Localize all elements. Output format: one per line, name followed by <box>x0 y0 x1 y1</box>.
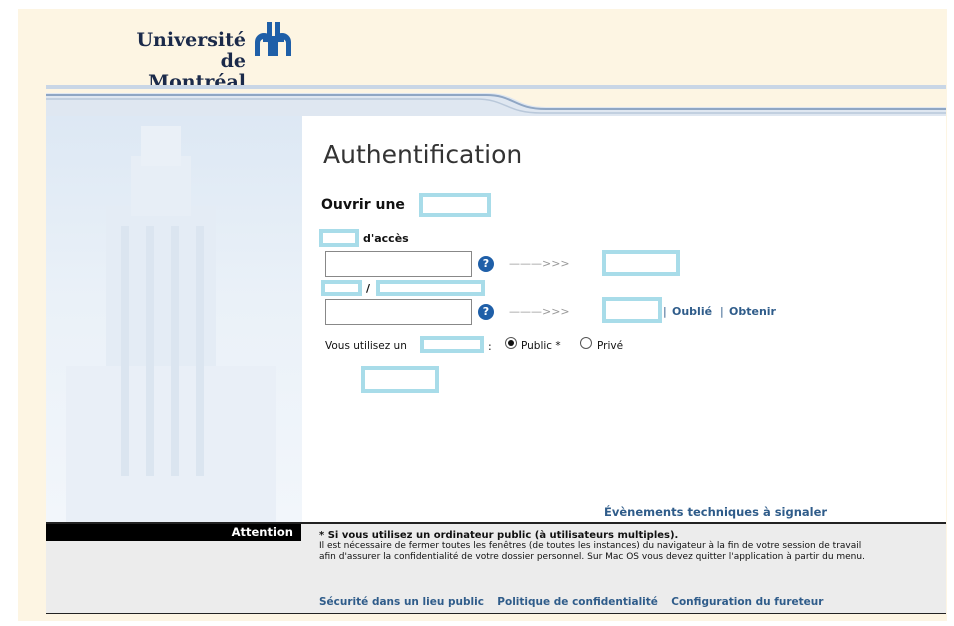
redacted-field <box>602 297 662 323</box>
oublie-link[interactable]: Oublié <box>672 305 712 318</box>
help-icon[interactable]: ? <box>478 256 494 272</box>
logo-mark-icon <box>255 22 291 56</box>
colon-label: : <box>488 340 492 353</box>
logo-line1: Université <box>136 29 246 51</box>
page-title: Authentification <box>323 140 523 169</box>
attention-bar: Attention <box>46 524 301 541</box>
prive-radio[interactable] <box>580 337 592 349</box>
vous-utilisez-label: Vous utilisez un <box>325 340 407 352</box>
logo-text: Université de Montréal <box>136 30 246 93</box>
redacted-field <box>419 193 491 217</box>
attention-text: * Si vous utilisez un ordinateur public … <box>319 530 879 563</box>
acces-label: d'accès <box>363 232 409 245</box>
header-band <box>46 85 946 117</box>
username-input[interactable] <box>325 251 472 277</box>
attention-body: Il est nécessaire de fermer toutes les f… <box>319 541 865 562</box>
prive-label[interactable]: Privé <box>597 340 623 352</box>
slash-label: / <box>366 282 371 295</box>
ouvrir-label: Ouvrir une <box>321 197 405 213</box>
attention-heading: * Si vous utilisez un ordinateur public … <box>319 530 679 541</box>
footer-links: Sécurité dans un lieu public Politique d… <box>319 596 833 608</box>
redacted-field <box>420 336 484 353</box>
evenements-link[interactable]: Évènements techniques à signaler <box>604 505 827 519</box>
password-input[interactable] <box>325 299 472 325</box>
footer-link-securite[interactable]: Sécurité dans un lieu public <box>319 596 484 608</box>
separator: | <box>663 305 667 318</box>
obtenir-link[interactable]: Obtenir <box>729 305 776 318</box>
redacted-field <box>321 280 362 296</box>
footer-link-politique[interactable]: Politique de confidentialité <box>497 596 658 608</box>
redacted-field <box>319 229 359 247</box>
building-image-panel <box>46 116 302 522</box>
redacted-button[interactable] <box>361 366 439 393</box>
public-label[interactable]: Public * <box>521 340 561 352</box>
help-icon[interactable]: ? <box>478 304 494 320</box>
redacted-field <box>602 250 680 276</box>
redacted-field <box>376 280 485 296</box>
attention-label: Attention <box>231 525 293 539</box>
arrow-icon: ———>>> <box>509 257 570 270</box>
udem-logo: Université de Montréal <box>136 22 296 93</box>
separator: | <box>720 305 724 318</box>
building-image <box>66 126 276 522</box>
footer-link-configuration[interactable]: Configuration du fureteur <box>671 596 823 608</box>
public-radio[interactable] <box>505 337 517 349</box>
arrow-icon: ———>>> <box>509 305 570 318</box>
